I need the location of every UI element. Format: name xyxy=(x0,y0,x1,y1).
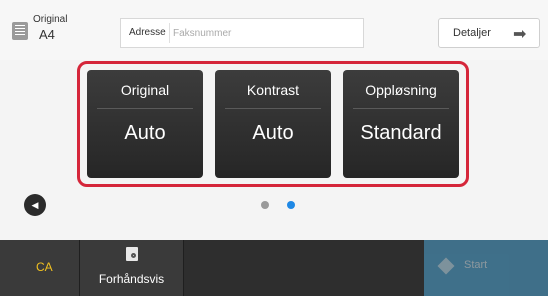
start-label: Start xyxy=(464,259,488,271)
address-label: Adresse xyxy=(129,27,166,38)
original-size-value: A4 xyxy=(39,27,55,42)
original-setting-tile[interactable]: Original Auto xyxy=(87,70,203,178)
preview-label: Forhåndsvis xyxy=(98,272,165,286)
tile-value: Auto xyxy=(252,122,294,144)
arrow-right-icon: ➡ xyxy=(513,26,527,43)
tile-divider xyxy=(97,108,193,109)
preview-magnifier-icon xyxy=(126,247,138,261)
bottom-bar: CA Forhåndsvis Start xyxy=(0,240,548,296)
tile-divider xyxy=(353,108,449,109)
tile-title: Oppløsning xyxy=(365,82,437,98)
original-label: Original xyxy=(33,14,68,25)
original-size-display: Original A4 xyxy=(12,14,72,50)
resolution-setting-tile[interactable]: Oppløsning Standard xyxy=(343,70,459,178)
start-diamond-icon xyxy=(437,257,455,275)
tile-title: Kontrast xyxy=(246,82,300,98)
page-indicator-dot-1[interactable] xyxy=(261,201,269,209)
fax-number-input[interactable] xyxy=(171,19,361,47)
details-label: Detaljer xyxy=(453,27,491,39)
document-icon xyxy=(12,22,28,40)
tile-divider xyxy=(225,108,321,109)
details-button[interactable]: Detaljer ➡ xyxy=(438,18,540,48)
page-indicator-dot-2[interactable] xyxy=(287,201,295,209)
preview-button[interactable]: Forhåndsvis xyxy=(80,240,184,296)
address-field[interactable]: Adresse xyxy=(120,18,364,48)
ca-label: CA xyxy=(36,260,53,274)
contrast-setting-tile[interactable]: Kontrast Auto xyxy=(215,70,331,178)
tile-value: Standard xyxy=(360,122,442,144)
address-divider xyxy=(169,23,170,43)
tile-title: Original xyxy=(120,82,170,98)
ca-button[interactable]: CA xyxy=(0,240,80,296)
top-bar: Original A4 Adresse Detaljer ➡ xyxy=(0,0,548,60)
back-icon[interactable]: ◀ xyxy=(24,194,46,216)
tile-value: Auto xyxy=(124,122,166,144)
start-button[interactable]: Start xyxy=(424,240,548,296)
